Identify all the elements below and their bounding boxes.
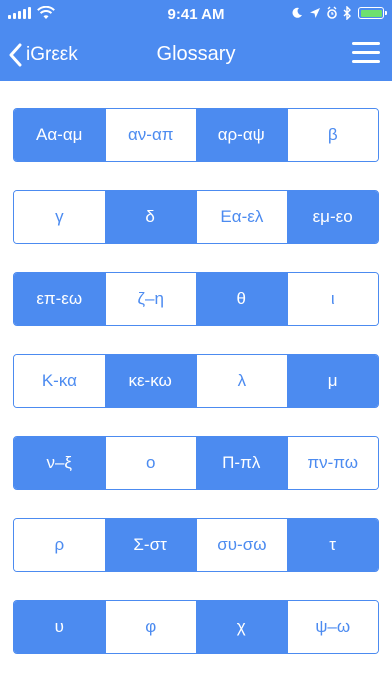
glossary-letter-grid: Αα-αμ αν-απ αρ-αψ β γ δ Εα-ελ εμ-εο επ-εω ζ–η θ ι Κ-…	[13, 108, 379, 682]
glossary-letter-button[interactable]: ζ–η	[104, 273, 196, 325]
glossary-letter-button[interactable]: επ-εω	[14, 273, 105, 325]
glossary-letter-button[interactable]: φ	[104, 601, 196, 653]
glossary-letter-button[interactable]: πν-πω	[286, 437, 378, 489]
battery-icon	[358, 7, 387, 19]
glossary-letter-button[interactable]: αρ-αψ	[196, 109, 287, 161]
alarm-icon	[327, 6, 337, 19]
navigation-bar: iGrεεk Glossary	[0, 30, 392, 81]
chevron-left-icon	[9, 43, 22, 67]
glossary-letter-button[interactable]: γ	[14, 191, 105, 243]
glossary-letter-button[interactable]: Σ-στ	[104, 519, 196, 571]
glossary-letter-button[interactable]: λ	[195, 355, 288, 407]
glossary-letter-button[interactable]: θ	[196, 273, 287, 325]
location-arrow-icon	[310, 8, 320, 18]
bluetooth-icon	[343, 6, 351, 20]
glossary-letter-button[interactable]: ι	[286, 273, 378, 325]
moon-icon	[292, 7, 302, 18]
back-button[interactable]: iGrεεk	[8, 40, 78, 70]
status-right	[291, 6, 387, 20]
glossary-letter-button[interactable]: ο	[104, 437, 196, 489]
glossary-letter-button[interactable]: υ	[14, 601, 105, 653]
glossary-row: υ φ χ ψ–ω	[13, 600, 379, 654]
glossary-letter-button[interactable]: τ	[287, 519, 378, 571]
glossary-letter-button[interactable]: Π-πλ	[196, 437, 287, 489]
glossary-letter-button[interactable]: ρ	[14, 519, 105, 571]
glossary-letter-button[interactable]: β	[286, 109, 378, 161]
glossary-letter-button[interactable]: ψ–ω	[286, 601, 378, 653]
glossary-row: Αα-αμ αν-απ αρ-αψ β	[13, 108, 379, 162]
glossary-letter-button[interactable]: Κ-κα	[14, 355, 105, 407]
status-bar: 9:41 AM	[0, 0, 392, 30]
glossary-row: γ δ Εα-ελ εμ-εο	[13, 190, 379, 244]
glossary-row: ρ Σ-στ συ-σω τ	[13, 518, 379, 572]
glossary-letter-button[interactable]: χ	[196, 601, 287, 653]
glossary-letter-button[interactable]: Αα-αμ	[14, 109, 105, 161]
glossary-letter-button[interactable]: αν-απ	[104, 109, 196, 161]
glossary-row: επ-εω ζ–η θ ι	[13, 272, 379, 326]
glossary-letter-button[interactable]: δ	[104, 191, 196, 243]
glossary-letter-button[interactable]: μ	[287, 355, 378, 407]
hamburger-menu-icon[interactable]	[352, 42, 380, 66]
glossary-row: ν–ξ ο Π-πλ πν-πω	[13, 436, 379, 490]
back-label: iGrεεk	[26, 44, 78, 65]
glossary-letter-button[interactable]: εμ-εο	[287, 191, 378, 243]
glossary-row: Κ-κα κε-κω λ μ	[13, 354, 379, 408]
glossary-letter-button[interactable]: κε-κω	[104, 355, 196, 407]
glossary-letter-button[interactable]: Εα-ελ	[195, 191, 288, 243]
glossary-letter-button[interactable]: ν–ξ	[14, 437, 105, 489]
glossary-letter-button[interactable]: συ-σω	[195, 519, 288, 571]
